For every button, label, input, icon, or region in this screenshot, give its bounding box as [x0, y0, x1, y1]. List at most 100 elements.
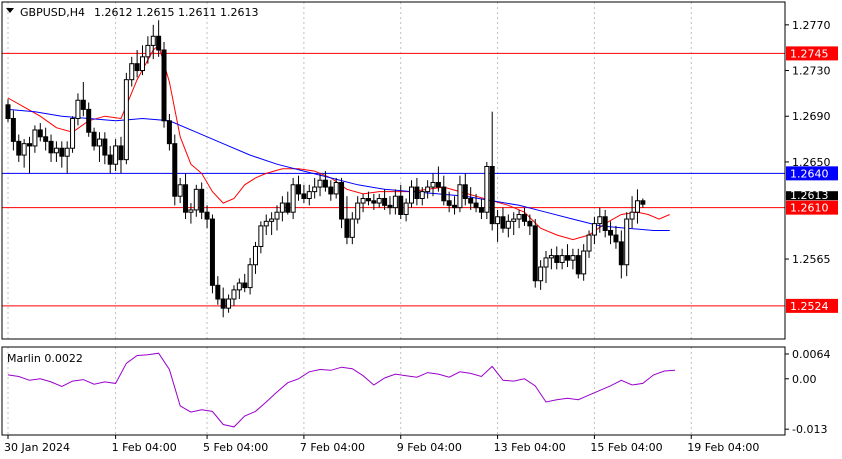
candle-body-down: [172, 143, 178, 197]
current-price-label: 1.2613: [790, 189, 829, 202]
candle-body-up: [21, 143, 27, 156]
candle-body-down: [301, 193, 307, 199]
candle-body-up: [581, 250, 587, 275]
candle-body-up: [96, 138, 102, 147]
candle-body-up: [538, 266, 544, 282]
candle-body-up: [263, 220, 269, 227]
candle-body-down: [344, 218, 350, 238]
candle-body-up: [274, 211, 280, 220]
candle-body-up: [419, 191, 425, 199]
time-tick-label: 13 Feb 04:00: [494, 441, 566, 454]
level-label: 1.2610: [790, 202, 829, 215]
candle-body-up: [495, 216, 501, 225]
level-label: 1.2640: [790, 167, 829, 180]
candle-body-down: [285, 202, 291, 213]
candle-body-down: [489, 166, 495, 225]
candle-body-down: [161, 49, 167, 122]
ohlc-label: 1.2612 1.2615 1.2611 1.2613: [94, 6, 258, 19]
candle-body-up: [629, 211, 635, 220]
candle-body-down: [102, 138, 108, 156]
candle-body-up: [252, 245, 258, 266]
candle-body-up: [64, 147, 70, 157]
candle-body-up: [317, 179, 323, 188]
candle-body-down: [565, 255, 571, 261]
price-tick-label: 1.2565: [792, 253, 831, 266]
candle-body-down: [478, 207, 484, 213]
candle-body-down: [521, 213, 527, 222]
candle-body-up: [505, 220, 511, 229]
price-tick-label: 1.2770: [792, 19, 831, 32]
candle-body-down: [468, 197, 474, 204]
oscillator-tick-label: 0.00: [792, 373, 817, 386]
candle-body-down: [473, 202, 479, 209]
price-tick-label: 1.2690: [792, 110, 831, 123]
candle-body-down: [452, 204, 458, 209]
candle: [532, 219, 538, 288]
candle-body-up: [53, 147, 59, 154]
candle-body-down: [613, 234, 619, 243]
oscillator-tick-label: -0.013: [792, 423, 827, 436]
candle-body-up: [360, 197, 366, 204]
candle-body-up: [279, 202, 285, 213]
candle-body-up: [457, 184, 463, 209]
oscillator-tick-label: 0.0064: [792, 348, 831, 361]
candle-body-up: [306, 191, 312, 199]
candle-body-up: [145, 44, 151, 58]
candle: [161, 41, 167, 128]
candle-body-down: [183, 184, 189, 213]
candle-body-down: [10, 118, 16, 142]
candle-body-up: [349, 218, 355, 238]
candle-body-down: [86, 108, 92, 133]
candle: [123, 72, 129, 165]
candle-body-down: [328, 186, 334, 195]
candle-body-up: [70, 118, 76, 149]
time-tick-label: 9 Feb 04:00: [397, 441, 462, 454]
candle-body-down: [16, 140, 22, 156]
candle-body-up: [409, 186, 414, 204]
candle-body-down: [296, 184, 302, 195]
candle-body-up: [430, 181, 436, 188]
candle-body-up: [236, 282, 242, 291]
time-tick-label: 7 Feb 04:00: [300, 441, 365, 454]
time-tick-label: 15 Feb 04:00: [590, 441, 662, 454]
candle-body-down: [242, 282, 248, 289]
time-tick-label: 1 Feb 04:00: [112, 441, 177, 454]
candle-body-down: [398, 195, 404, 215]
candle-body-up: [355, 202, 361, 220]
price-chart-window[interactable]: 1.27701.27301.26901.26501.2565 1.26131.2…: [0, 0, 842, 459]
candle-body-up: [516, 213, 522, 220]
candle-body-up: [543, 257, 549, 268]
symbol-label: GBPUSD,H4: [20, 6, 85, 19]
time-tick-label: 19 Feb 04:00: [687, 441, 759, 454]
candle-body-down: [365, 197, 371, 202]
candle-body-up: [140, 56, 145, 72]
level-label: 1.2524: [790, 300, 829, 313]
candle-body-down: [500, 216, 506, 229]
candle-body-down: [215, 284, 221, 300]
oscillator-title: Marlin 0.0022: [7, 352, 83, 365]
candle: [209, 214, 215, 294]
candle-body-down: [618, 241, 624, 266]
candle-body-up: [570, 255, 576, 261]
candle-body-up: [150, 35, 156, 46]
candle-body-down: [209, 218, 215, 286]
candle-body-up: [226, 298, 232, 309]
candle-body-down: [640, 200, 646, 205]
candle-body-down: [322, 179, 328, 188]
candle-body-up: [403, 202, 409, 215]
candle-body-up: [376, 197, 382, 204]
candle-body-up: [591, 223, 597, 236]
candle-body-down: [204, 211, 210, 220]
candle-body-down: [554, 255, 560, 263]
candle-body-up: [425, 186, 431, 193]
candle-body-down: [118, 145, 124, 161]
candle-body-up: [75, 99, 81, 120]
candle-body-down: [527, 220, 533, 227]
candle-body-up: [32, 129, 38, 147]
candle-body-up: [548, 255, 554, 259]
candle: [70, 116, 76, 153]
candle-body-up: [634, 200, 640, 213]
candle-body-down: [80, 99, 86, 110]
candle-body-down: [414, 186, 420, 199]
candle-body-up: [586, 234, 592, 252]
